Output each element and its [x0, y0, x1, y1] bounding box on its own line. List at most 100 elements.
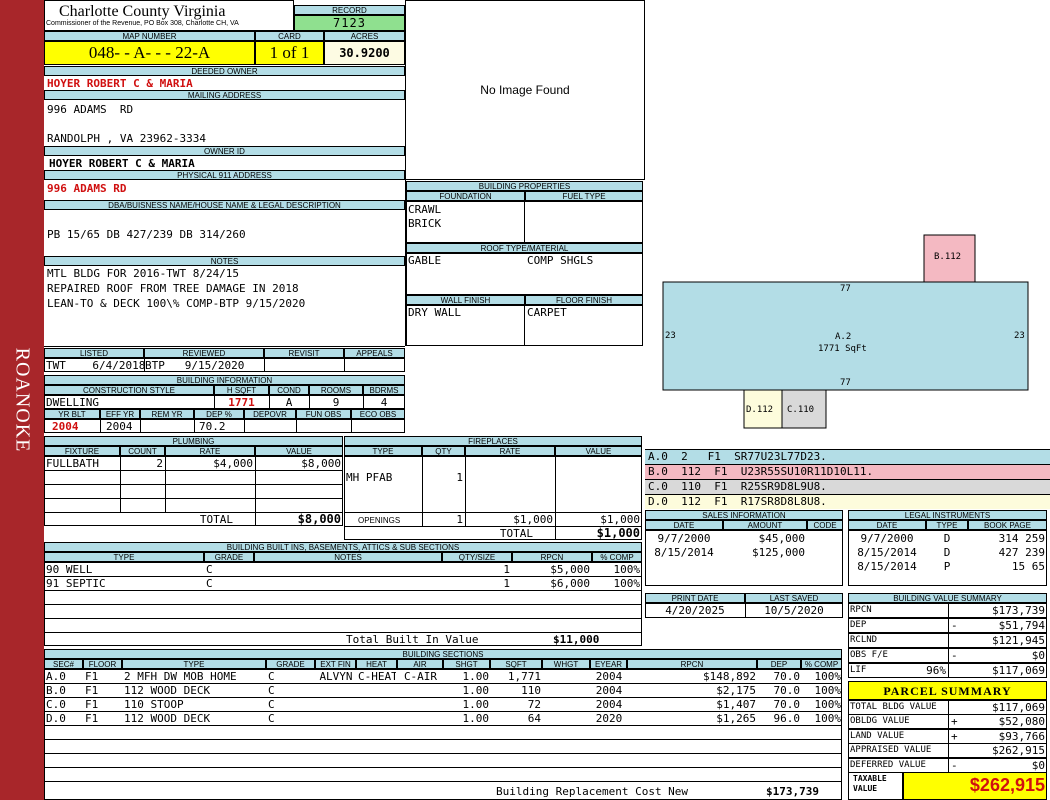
foundation-1: CRAWL [408, 203, 442, 216]
builtins-total: $11,000 [553, 633, 600, 646]
section-cell: 70.0 [773, 684, 801, 697]
sales-cell: 9/7/2000 [657, 532, 711, 545]
section-cell: C-HEAT [358, 670, 396, 683]
section-cell: 64 [527, 712, 541, 725]
sales-label: SALES INFORMATION [645, 510, 843, 520]
parcel-sign: + [951, 715, 958, 729]
section-cell: F1 [85, 670, 99, 683]
property-photo: No Image Found [405, 0, 645, 180]
parcel-label: APPRAISED VALUE [850, 745, 932, 756]
sketch-b-label: B.112 [934, 252, 962, 262]
revisit-label: REVISIT [264, 348, 344, 358]
rcn-value: $173,739 [766, 785, 819, 798]
section-col-header: TYPE [122, 659, 266, 669]
condition: A [285, 396, 293, 409]
builtin-cell: C [206, 577, 213, 590]
yrblt-label: YR BLT [44, 409, 100, 419]
plumbing-rate: $4,000 [213, 457, 253, 470]
construction-style: DWELLING [46, 396, 99, 409]
legal-cell: 15 65 [1011, 560, 1045, 573]
section-cell: 72 [527, 698, 541, 711]
legal-cell: 314 259 [998, 532, 1045, 545]
legal-cell: 8/15/2014 [857, 546, 917, 559]
sketch-top-dim: 77 [840, 284, 851, 294]
appeals-label: APPEALS [344, 348, 405, 358]
legal-cell: D [943, 546, 951, 559]
builtins-col-type: TYPE [44, 552, 204, 562]
builtins-col-qty: QTY/SIZE [442, 552, 512, 562]
legal-cell: P [943, 560, 951, 573]
builtin-cell: 100% [613, 577, 641, 590]
legend-code: A.0 2 F1 SR77U23L77D23. [648, 450, 827, 463]
section-cell: F1 [85, 712, 99, 725]
sales-cell: 8/15/2014 [654, 546, 714, 559]
section-col-header: DEP [757, 659, 801, 669]
dep-label: DEP % [194, 409, 244, 419]
bvs-value: $117,069 [992, 664, 1045, 677]
fireplaces-label: FIREPLACES [344, 436, 642, 446]
builtin-cell: $5,000 [550, 563, 590, 576]
last-saved: 10/5/2020 [764, 604, 824, 617]
plumbing-total: $8,000 [297, 513, 341, 526]
rcn-label: Building Replacement Cost New [496, 785, 689, 798]
section-cell: 100% [814, 698, 842, 711]
effyr-label: EFF YR [100, 409, 140, 419]
plumbing-total-label: TOTAL [199, 513, 233, 526]
sketch-right-dim: 23 [1014, 331, 1025, 341]
map-number-label: MAP NUMBER [44, 31, 255, 41]
fuel-type-label: FUEL TYPE [525, 191, 643, 201]
section-col-header: % COMP [801, 659, 842, 669]
mailing-line-1: 996 ADAMS RD [47, 103, 134, 116]
mailing-line-2: RANDOLPH , VA 23962-3334 [47, 132, 206, 145]
section-cell: 112 WOOD DECK [124, 712, 211, 725]
section-cell: F1 [85, 698, 99, 711]
parcel-sign: - [951, 758, 958, 772]
section-cell: C.0 [46, 698, 66, 711]
section-cell: $1,407 [716, 698, 756, 711]
funobs-label: FUN OBS [296, 409, 351, 419]
taxable-label-2: VALUE [853, 784, 878, 793]
legend-code: C.0 110 F1 R25SR9D8L9U8. [648, 480, 827, 493]
parcel-value: $262,915 [992, 744, 1045, 758]
foundation-2: BRICK [408, 217, 442, 230]
county-sidebar: ROANOKE [0, 0, 44, 800]
mailing-address-label: MAILING ADDRESS [44, 90, 405, 100]
openings-value: $1,000 [600, 513, 640, 526]
note-line-3: LEAN-TO & DECK 100\% COMP-BTP 9/15/2020 [47, 297, 306, 310]
listed-label: LISTED [44, 348, 144, 358]
section-cell: $2,175 [716, 684, 756, 697]
effective-year: 2004 [106, 420, 133, 433]
builtins-col-notes: NOTES [254, 552, 442, 562]
parcel-value: $0 [1031, 758, 1045, 772]
sketch-c-label: C.110 [787, 405, 815, 415]
legal-cell: D [943, 532, 951, 545]
fireplace-total-label: TOTAL [499, 527, 533, 540]
bvs-label: OBS F/E [850, 650, 888, 660]
plumbing-count: 2 [156, 457, 163, 470]
fireplace-qty: 1 [456, 471, 463, 484]
owner-id: HOYER ROBERT C & MARIA [49, 157, 195, 170]
section-col-header: RPCN [627, 659, 757, 669]
legal-cell: 427 239 [998, 546, 1045, 559]
section-col-header: SQFT [490, 659, 542, 669]
section-cell: 1,771 [507, 670, 541, 683]
builtins-col-comp: % COMP [592, 552, 642, 562]
physical-address: 996 ADAMS RD [47, 182, 127, 195]
fireplace-col-rate: RATE [465, 446, 555, 456]
section-cell: $148,892 [703, 670, 756, 683]
builtins-label: BUILDING BUILT INS, BASEMENTS, ATTICS & … [44, 542, 642, 552]
builtins-col-rpcn: RPCN [512, 552, 592, 562]
legal-col-book: BOOK PAGE [968, 520, 1047, 530]
rooms: 9 [332, 396, 340, 409]
note-line-2: REPAIRED ROOF FROM TREE DAMAGE IN 2018 [47, 282, 299, 295]
plumbing-label: PLUMBING [44, 436, 343, 446]
section-cell: 96.0 [773, 712, 801, 725]
style-label: CONSTRUCTION STYLE [44, 385, 214, 395]
last-saved-label: LAST SAVED [745, 593, 843, 603]
section-cell: C [268, 684, 275, 697]
section-cell: 70.0 [773, 698, 801, 711]
plumbing-col-rate: RATE [165, 446, 255, 456]
foundation-label: FOUNDATION [406, 191, 525, 201]
plumbing-col-fixture: FIXTURE [44, 446, 120, 456]
listed-value: TWT 6/4/2018 [46, 359, 146, 372]
